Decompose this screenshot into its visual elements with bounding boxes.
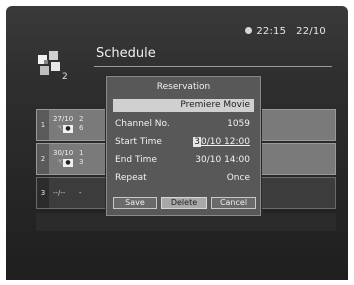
dialog-buttons: Save Delete Cancel (113, 197, 256, 209)
reservation-dialog: Reservation Premiere Movie Channel No. 1… (106, 76, 261, 216)
title-divider (94, 66, 332, 67)
status-date: 22/10 (296, 26, 326, 37)
channel-value[interactable]: 1059 (227, 119, 250, 129)
end-time-label: End Time (115, 155, 157, 165)
row-detail-line1: 1 (79, 149, 84, 157)
start-time-label: Start Time (115, 137, 162, 147)
record-icon: ● (63, 125, 73, 133)
row-detail: - (79, 189, 82, 198)
page-title: Schedule (96, 46, 156, 61)
status-bar: 22:15 22/10 (245, 26, 326, 37)
row-number: 2 (37, 144, 49, 174)
cancel-button[interactable]: Cancel (211, 197, 256, 209)
row-detail: 2 6 (79, 115, 83, 133)
channel-label: Channel No. (115, 119, 170, 129)
end-time-value[interactable]: 30/10 14:00 (195, 155, 250, 165)
row-detail: 1 3 (79, 149, 83, 167)
row-number: 1 (37, 110, 49, 140)
delete-button[interactable]: Delete (161, 197, 207, 209)
start-time-field[interactable]: 30/10 12:00 (193, 137, 250, 147)
record-icon: ● (63, 159, 73, 167)
row-date: --/-- (53, 189, 66, 197)
svg-text:2: 2 (62, 72, 68, 81)
start-time-value: 0/10 12:00 (200, 137, 250, 147)
program-name: Premiere Movie (113, 99, 254, 112)
row-detail-line1: - (79, 189, 82, 197)
row-date: 30/10 (53, 149, 74, 157)
tv-screen: 22:15 22/10 2 Schedule 1 27/10 ☜ ● 2 6 2 … (6, 6, 348, 280)
clock-icon (245, 27, 253, 34)
repeat-label: Repeat (115, 173, 147, 183)
row-detail-line1: 2 (79, 115, 84, 123)
dialog-title: Reservation (156, 82, 211, 92)
status-time: 22:15 (256, 26, 287, 37)
edit-cursor: 3 (193, 137, 201, 147)
tv-schedule-icon: 2 (38, 51, 68, 81)
save-button[interactable]: Save (113, 197, 157, 209)
row-detail-line2: 3 (79, 158, 84, 166)
row-number: 3 (37, 178, 49, 208)
repeat-value[interactable]: Once (227, 173, 250, 183)
row-detail-line2: 6 (79, 124, 84, 132)
row-date: 27/10 (53, 115, 74, 123)
